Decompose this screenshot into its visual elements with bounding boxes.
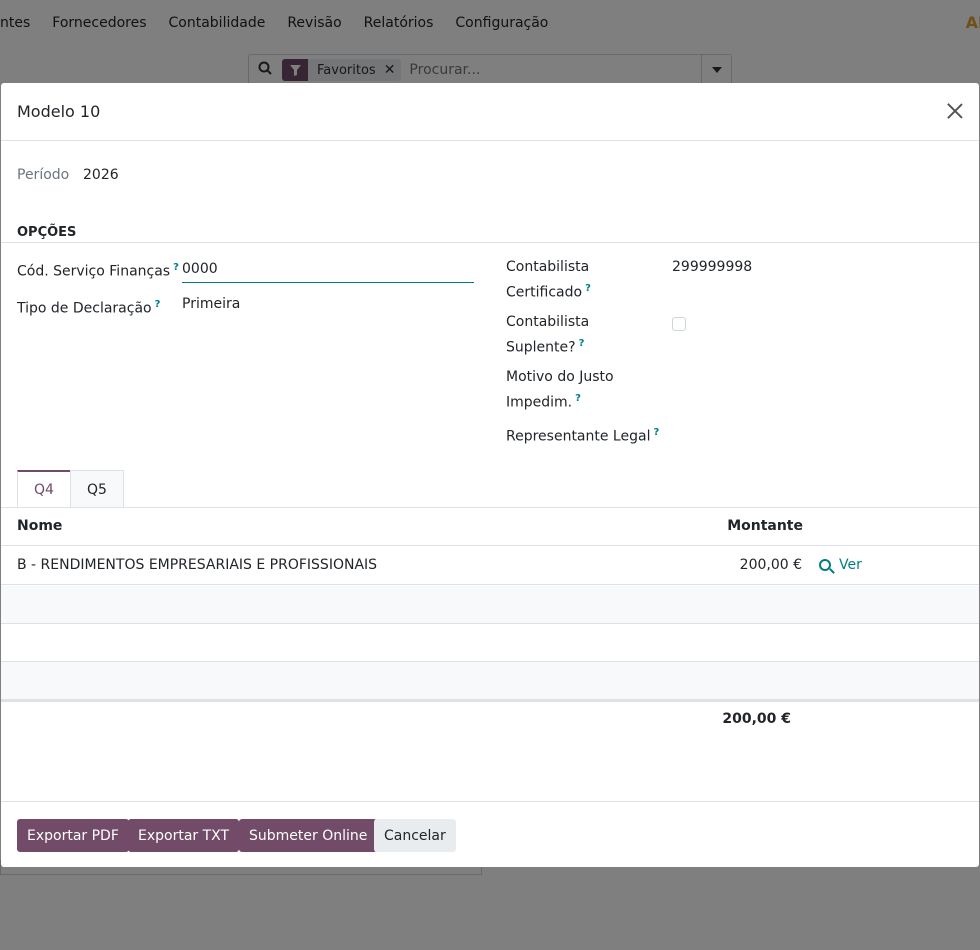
- export-pdf-button[interactable]: Exportar PDF: [17, 819, 129, 852]
- modelo-10-dialog: Modelo 10 Período 2026 OPÇÕES Cód. Servi…: [1, 83, 979, 867]
- label-line: Contabilista: [506, 314, 590, 330]
- periodo-value: 2026: [83, 167, 119, 183]
- label-line: Representante Legal: [506, 428, 651, 445]
- label-line: Suplente?: [506, 339, 576, 356]
- table-header: Nome Montante: [1, 508, 979, 546]
- column-header-nome[interactable]: Nome: [17, 518, 62, 534]
- help-icon[interactable]: ?: [155, 299, 161, 310]
- table-total: 200,00 €: [722, 711, 791, 727]
- submit-online-button[interactable]: Submeter Online: [239, 819, 378, 852]
- table-row-empty: [1, 586, 979, 624]
- help-icon[interactable]: ?: [585, 283, 591, 294]
- tipo-declaracao-label-text: Tipo de Declaração: [17, 300, 152, 317]
- label-line: Contabilista: [506, 259, 590, 275]
- cod-servico-label: Cód. Serviço Finanças?: [17, 257, 179, 283]
- section-title-opcoes: OPÇÕES: [17, 225, 77, 240]
- row-nome: B - RENDIMENTOS EMPRESARIAIS E PROFISSIO…: [17, 557, 378, 573]
- tipo-declaracao-label: Tipo de Declaração?: [17, 294, 160, 320]
- help-icon[interactable]: ?: [579, 338, 585, 349]
- contabilista-certificado-label: Contabilista Certificado?: [506, 257, 591, 304]
- contabilista-certificado-value[interactable]: 299999998: [672, 259, 752, 275]
- contabilista-suplente-label: Contabilista Suplente??: [506, 312, 589, 359]
- table-row-empty: [1, 662, 979, 700]
- help-icon[interactable]: ?: [173, 262, 179, 273]
- table-row-empty: [1, 624, 979, 662]
- help-icon[interactable]: ?: [653, 427, 659, 438]
- modal-footer: Exportar PDF Exportar TXT Submeter Onlin…: [1, 801, 979, 867]
- representante-legal-label: Representante Legal?: [506, 422, 659, 448]
- periodo-label: Período: [17, 167, 70, 183]
- modal-title: Modelo 10: [17, 102, 101, 121]
- cancel-button[interactable]: Cancelar: [374, 819, 456, 852]
- close-icon[interactable]: [945, 101, 965, 121]
- label-line: Motivo do Justo: [506, 369, 614, 385]
- modal-header: Modelo 10: [1, 83, 979, 141]
- tab-q5[interactable]: Q5: [69, 470, 124, 508]
- total-divider: [1, 700, 979, 702]
- cod-servico-input[interactable]: [182, 259, 474, 283]
- contabilista-suplente-checkbox[interactable]: [672, 317, 686, 331]
- tipo-declaracao-value[interactable]: Primeira: [182, 296, 240, 312]
- row-montante: 200,00 €: [739, 557, 802, 573]
- table-row[interactable]: B - RENDIMENTOS EMPRESARIAIS E PROFISSIO…: [1, 547, 979, 585]
- ver-label: Ver: [839, 557, 862, 573]
- tab-q4[interactable]: Q4: [17, 470, 71, 508]
- help-icon[interactable]: ?: [575, 393, 581, 404]
- motivo-impedimento-label: Motivo do Justo Impedim.?: [506, 367, 614, 414]
- notebook-tabs: Q4 Q5: [17, 470, 124, 508]
- search-icon: [819, 559, 831, 571]
- column-header-montante[interactable]: Montante: [727, 518, 803, 534]
- label-line: Certificado: [506, 284, 583, 301]
- section-divider: [1, 242, 979, 243]
- cod-servico-label-text: Cód. Serviço Finanças: [17, 263, 171, 280]
- export-txt-button[interactable]: Exportar TXT: [128, 819, 240, 852]
- label-line: Impedim.: [506, 394, 573, 411]
- ver-button[interactable]: Ver: [819, 557, 862, 573]
